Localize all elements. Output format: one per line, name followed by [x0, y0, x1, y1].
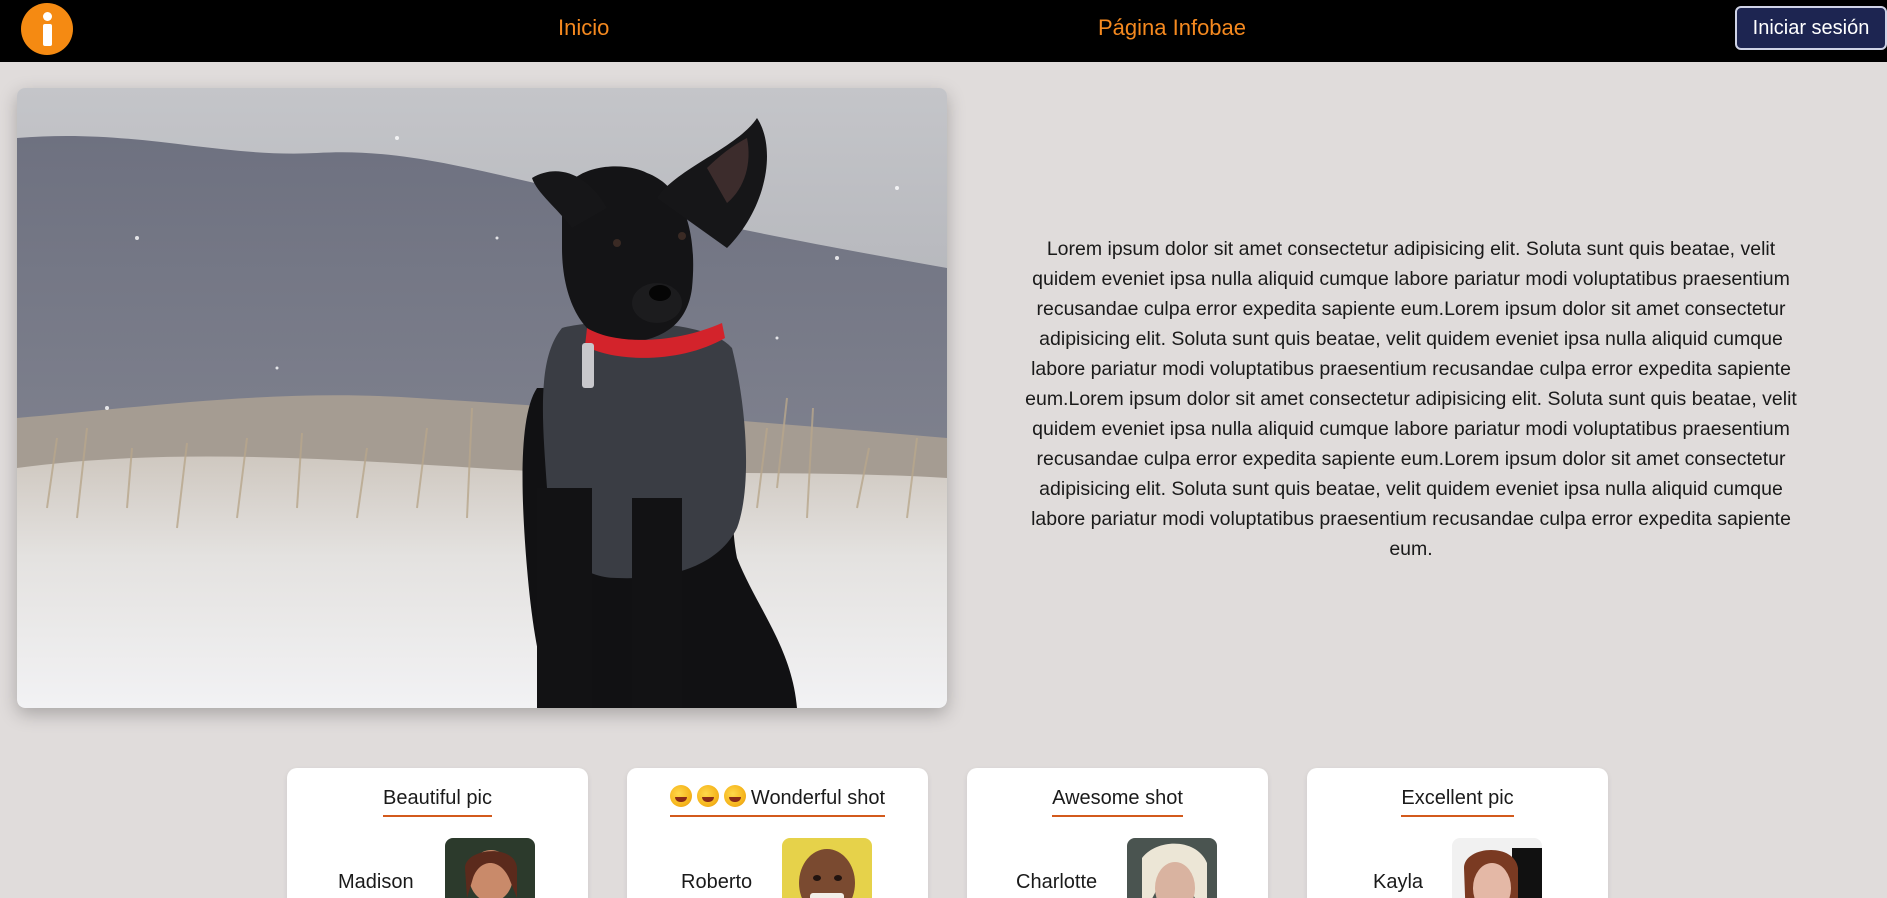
- hero-dog-photo: [17, 88, 947, 708]
- top-navbar: Inicio Página Infobae Iniciar sesión: [0, 0, 1887, 62]
- avatar: [445, 838, 535, 898]
- card-title: Beautiful pic: [383, 784, 492, 817]
- logo-stem: [43, 24, 52, 46]
- avatar: [782, 838, 872, 898]
- card-author-name: Kayla: [1373, 871, 1424, 893]
- card-title: Wonderful shot: [669, 784, 886, 817]
- login-button[interactable]: Iniciar sesión: [1735, 6, 1887, 50]
- review-card: Excellent pic Kayla: [1307, 768, 1608, 898]
- hero-description: Lorem ipsum dolor sit amet consectetur a…: [1025, 238, 1797, 560]
- card-title: Awesome shot: [1052, 784, 1183, 817]
- review-card: Beautiful pic Madison: [287, 768, 588, 898]
- card-title-text: Wonderful shot: [750, 787, 886, 809]
- nav-link-inicio[interactable]: Inicio: [558, 14, 609, 42]
- review-card: Wonderful shot Roberto: [627, 768, 928, 898]
- card-title: Excellent pic: [1401, 784, 1514, 817]
- laughing-emoji-icon: [669, 785, 692, 807]
- nav-link-pagina-infobae[interactable]: Página Infobae: [1098, 14, 1246, 42]
- review-card: Awesome shot Charlotte: [967, 768, 1268, 898]
- card-author-name: Madison: [338, 871, 414, 893]
- avatar: [1127, 838, 1217, 898]
- card-author-name: Charlotte: [1016, 871, 1098, 893]
- info-logo-icon[interactable]: [21, 3, 73, 55]
- laughing-emoji-icon: [696, 785, 719, 807]
- laughing-emoji-icon: [723, 785, 746, 807]
- avatar: [1452, 838, 1542, 898]
- logo-dot: [43, 12, 52, 21]
- card-author-name: Roberto: [681, 871, 753, 893]
